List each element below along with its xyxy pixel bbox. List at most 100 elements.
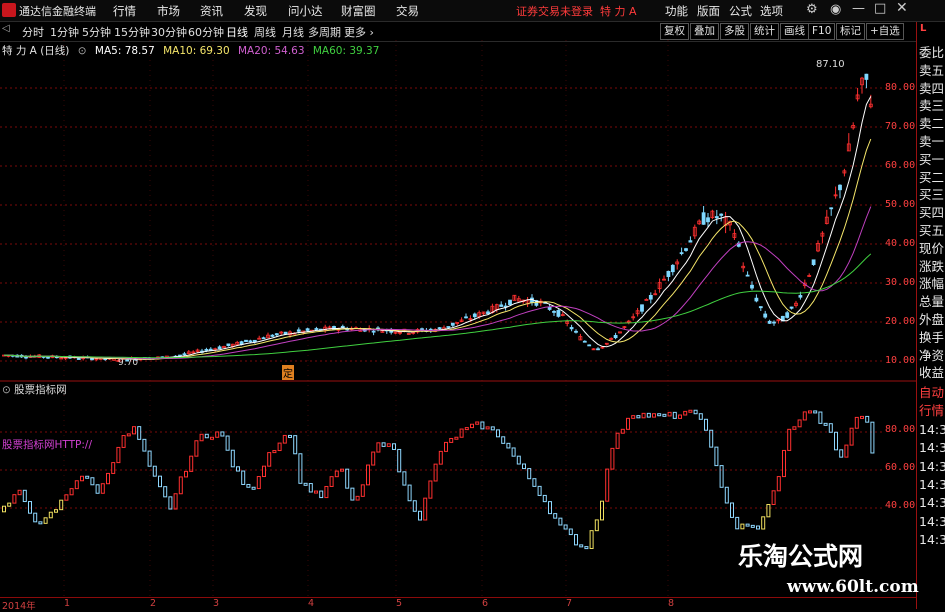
side-panel-item[interactable]: 净资 [919,347,944,365]
period-more[interactable]: 更多 › [344,24,374,40]
period-monthly[interactable]: 月线 [282,24,304,40]
period-multi[interactable]: 多周期 [308,24,341,40]
multi-stock-button[interactable]: 多股 [720,23,749,40]
period-daily[interactable]: 日线 [226,24,248,40]
maximize-icon[interactable]: □ [874,1,886,16]
stats-button[interactable]: 统计 [750,23,779,40]
menu-item-trade[interactable]: 交易 [396,3,419,19]
indicator-bar [428,480,433,499]
side-panel-item[interactable]: 买五 [919,222,944,240]
indicator-bar [2,505,6,513]
candle-body [587,344,592,347]
settings-icon[interactable]: ⚙ [806,2,818,17]
candle-body [499,304,504,307]
indicator-bar [834,431,838,451]
side-panel-item[interactable]: 委比 [919,44,944,62]
indicator-bar [345,468,350,489]
chart-area[interactable] [0,40,916,597]
add-favorite-button[interactable]: +自选 [866,23,904,40]
side-panel-item[interactable]: 总量 [919,293,944,311]
back-arrow-icon[interactable]: ◁ [2,23,10,34]
side-panel-item[interactable]: 卖二 [919,115,944,133]
indicator-bar [854,416,859,429]
side-panel-item[interactable]: 涨幅 [919,275,944,293]
side-panel-ticks: 自动 行情 14:3 14:3 14:3 14:3 14:3 14:3 14:3 [919,384,945,550]
date-tick: 6 [482,598,489,609]
indicator-bar [319,490,324,499]
mark-button[interactable]: 标记 [836,23,865,40]
menu-item-ask[interactable]: 问小达 [288,3,323,19]
date-tick: 2014年 [2,601,36,612]
adjust-button[interactable]: 复权 [660,23,689,40]
indicator-settings-icon[interactable]: ⊙ [2,384,11,396]
user-icon[interactable]: ◉ [830,2,841,17]
price-tick-10: 10.00 [885,355,916,366]
login-status[interactable]: 证券交易未登录 特 力 A [516,3,637,19]
minimize-icon[interactable]: — [852,1,865,16]
side-panel-item[interactable]: 现价 [919,240,944,258]
panel-toggle[interactable]: L [920,23,926,34]
side-panel-item[interactable]: 买四 [919,204,944,222]
side-panel-item[interactable]: 买三 [919,186,944,204]
menu-item-markets[interactable]: 市场 [157,3,180,19]
menu-item-layout[interactable]: 版面 [697,3,720,19]
side-panel-item[interactable]: 买一 [919,151,944,169]
side-panel-item[interactable]: 卖五 [919,62,944,80]
side-panel-item[interactable]: 外盘 [919,311,944,329]
indicator-bar [90,477,95,486]
candle-body [556,310,561,317]
menu-item-market[interactable]: 行情 [113,3,136,19]
side-panel-tick-item: 自动 [919,385,945,400]
f10-button[interactable]: F10 [808,23,836,40]
price-tick-60: 60.00 [885,160,916,171]
candle-body [829,207,834,210]
menu-item-discover[interactable]: 发现 [244,3,267,19]
period-timeshare[interactable]: 分时 [22,24,44,40]
side-panel-item[interactable]: 换手 [919,329,944,347]
period-weekly[interactable]: 周线 [254,24,276,40]
period-5min[interactable]: 5分钟 [82,24,111,40]
side-panel-item[interactable]: 涨跌 [919,258,944,276]
menu-item-wealth[interactable]: 财富圈 [341,3,376,19]
period-1min[interactable]: 1分钟 [50,24,79,40]
candle-body [811,259,816,265]
indicator-bar [652,413,656,418]
menu-item-function[interactable]: 功能 [665,3,688,19]
indicator-bar [386,443,391,447]
price-tick-80: 80.00 [885,82,916,93]
side-panel-item[interactable]: 收益 [919,364,944,382]
event-marker[interactable]: 定 [282,365,294,380]
indicator-bar [511,447,516,457]
menu-item-formula[interactable]: 公式 [729,3,752,19]
period-15min[interactable]: 15分钟 [114,24,150,40]
watermark-url: www.60lt.com [787,577,919,597]
indicator-bar [74,480,79,490]
indicator-bar [610,447,615,470]
indicator-bar [54,509,58,513]
candle-body [789,306,794,309]
side-panel-item[interactable]: 买二 [919,169,944,187]
date-tick: 7 [566,598,573,609]
indicator-bar [693,409,698,415]
period-30min[interactable]: 30分钟 [151,24,187,40]
candle-body [772,321,776,324]
overlay-button[interactable]: 叠加 [690,23,719,40]
indicator-bar [704,418,708,431]
side-panel-tick-item: 行情 [919,403,945,419]
side-panel-item[interactable]: 卖四 [919,80,944,98]
close-icon[interactable]: ✕ [896,0,908,16]
side-panel-item[interactable]: 卖一 [919,133,944,151]
menu-item-options[interactable]: 选项 [760,3,783,19]
side-panel-item[interactable]: 卖三 [919,97,944,115]
indicator-bar [740,523,745,530]
indicator-bar [802,411,807,421]
indicator-bar [574,534,578,546]
indicator-bar [766,503,771,518]
candle-body [450,322,455,326]
menu-item-news[interactable]: 资讯 [200,3,223,19]
indicator-bar [828,423,833,433]
draw-line-button[interactable]: 画线 [780,23,809,40]
period-60min[interactable]: 60分钟 [188,24,224,40]
indicator-bar [636,415,641,419]
indicator-bar [522,463,526,470]
